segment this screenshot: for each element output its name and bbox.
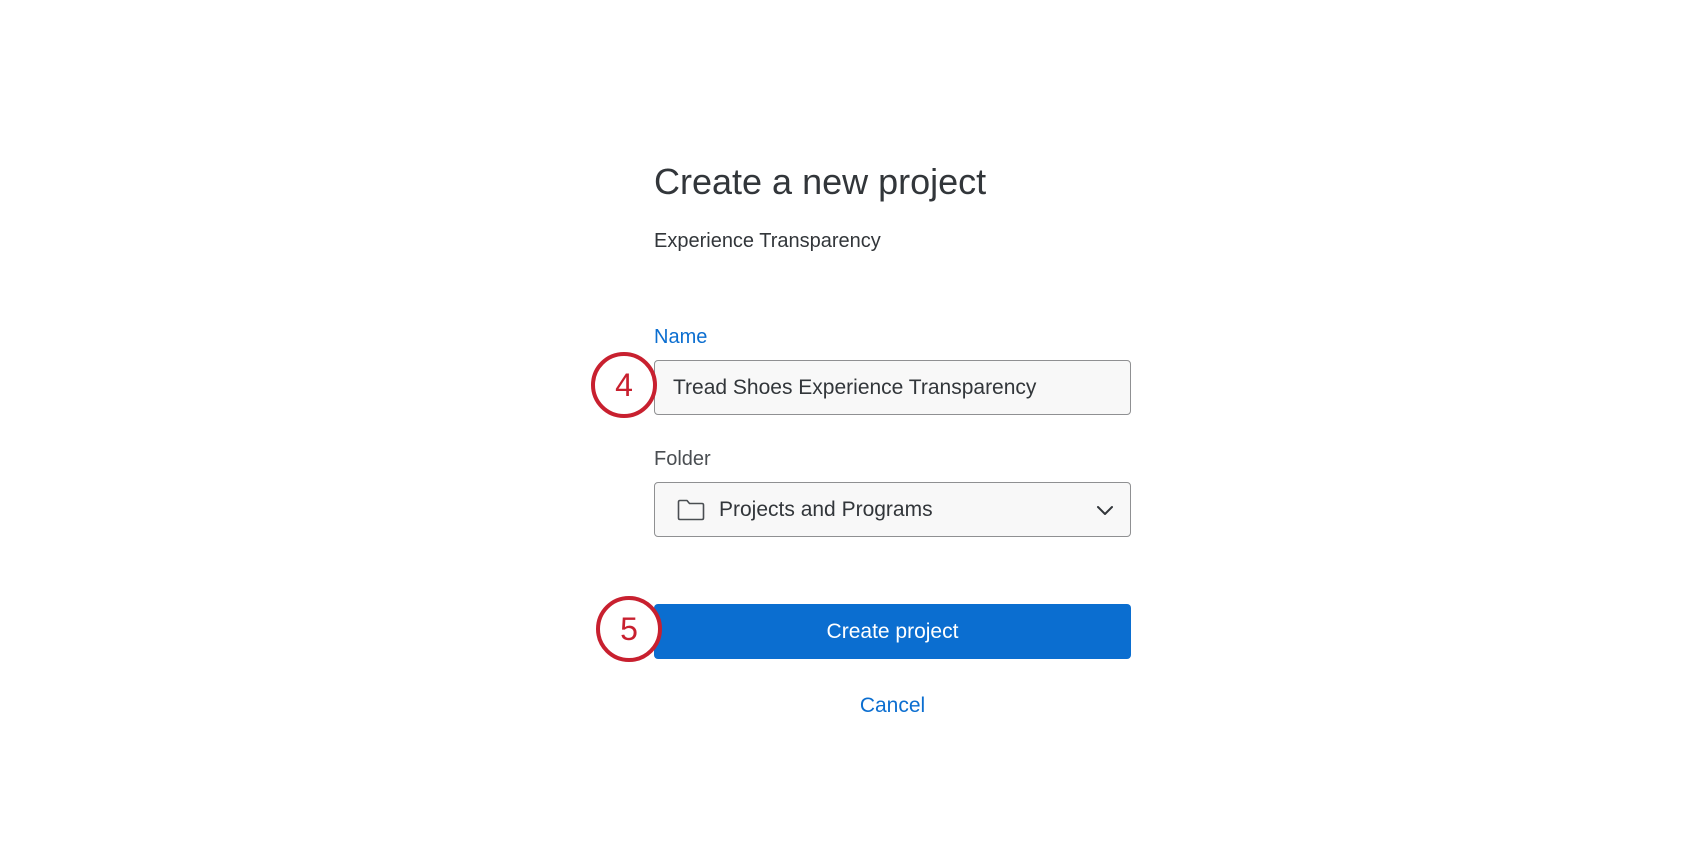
step-4-marker: 4 xyxy=(591,352,657,418)
name-label: Name xyxy=(654,326,708,348)
folder-selected-value: Projects and Programs xyxy=(719,497,933,521)
cancel-link[interactable]: Cancel xyxy=(654,693,1131,719)
project-type-subtitle: Experience Transparency xyxy=(654,230,881,252)
page-title: Create a new project xyxy=(654,161,987,202)
folder-label: Folder xyxy=(654,448,711,470)
folder-icon xyxy=(676,498,706,522)
create-project-button[interactable]: Create project xyxy=(654,604,1131,659)
project-name-input[interactable] xyxy=(654,360,1131,415)
step-5-marker: 5 xyxy=(596,596,662,662)
chevron-down-icon xyxy=(1096,504,1114,516)
folder-dropdown[interactable]: Projects and Programs xyxy=(654,482,1131,537)
create-project-page: Create a new project Experience Transpar… xyxy=(0,0,1700,850)
